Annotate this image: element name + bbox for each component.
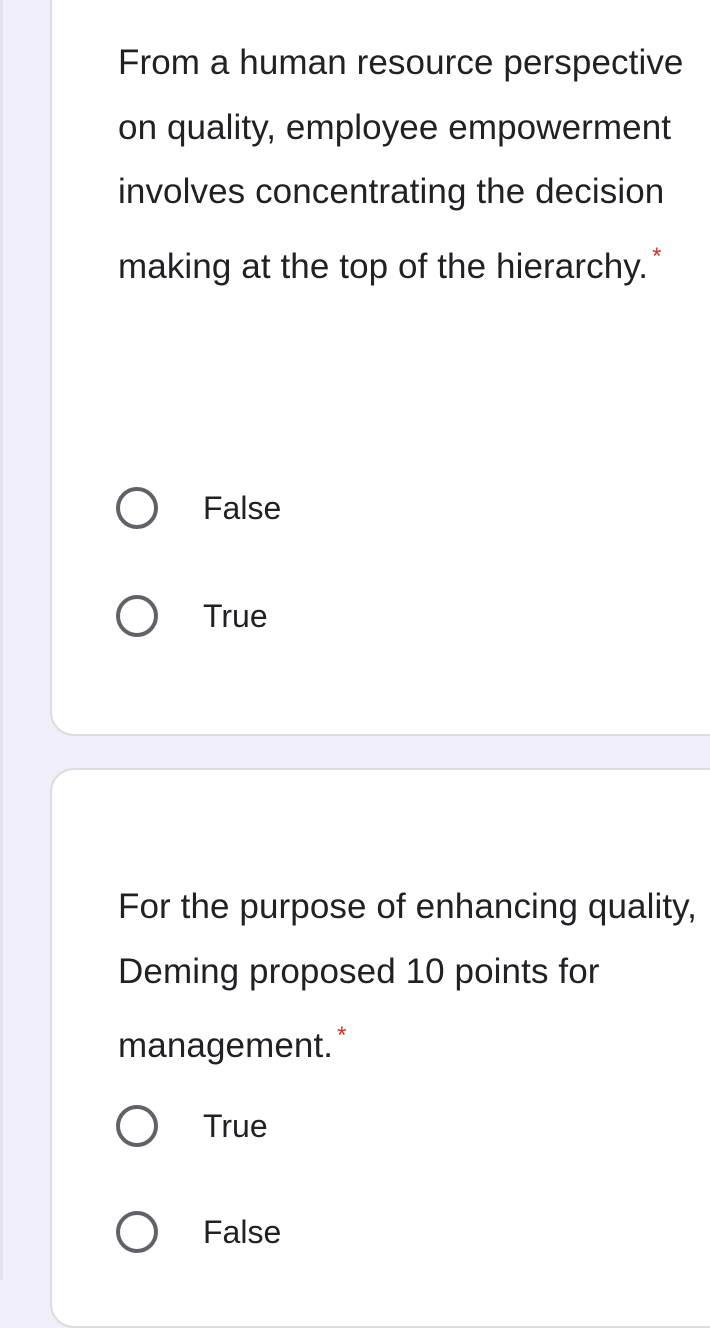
required-asterisk: * — [337, 1022, 347, 1049]
question-text: From a human resource perspective on qua… — [118, 43, 684, 286]
radio-option[interactable]: False — [116, 1204, 416, 1260]
page-edge — [0, 0, 3, 1280]
question-text: For the purpose of enhancing quality, De… — [118, 887, 697, 1065]
radio-option[interactable]: True — [116, 588, 416, 644]
radio-button-icon[interactable] — [116, 487, 158, 529]
radio-option[interactable]: True — [116, 1098, 416, 1154]
question-card: From a human resource perspective on qua… — [50, 0, 710, 736]
question-title: For the purpose of enhancing quality, De… — [118, 875, 698, 1079]
option-label: True — [203, 597, 268, 634]
option-label: False — [203, 1213, 282, 1250]
required-asterisk: * — [652, 242, 662, 270]
radio-option[interactable]: False — [116, 480, 416, 536]
option-label: True — [203, 1107, 268, 1144]
question-card: For the purpose of enhancing quality, De… — [50, 768, 710, 1328]
question-title: From a human resource perspective on qua… — [118, 31, 698, 299]
radio-button-icon[interactable] — [116, 1211, 158, 1253]
radio-button-icon[interactable] — [116, 1105, 158, 1147]
radio-button-icon[interactable] — [116, 595, 158, 637]
option-label: False — [203, 489, 282, 526]
